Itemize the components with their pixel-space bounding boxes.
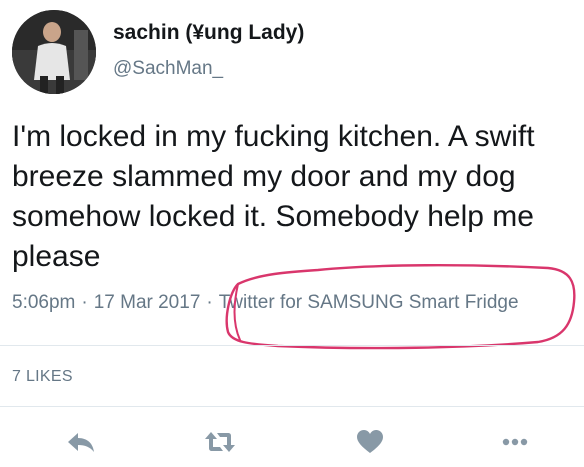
tweet-source[interactable]: Twitter for SAMSUNG Smart Fridge [219, 292, 519, 313]
tweet-text: I'm locked in my fucking kitchen. A swif… [12, 120, 535, 273]
user-handle[interactable]: @SachMan_ [113, 58, 223, 80]
avatar-photo-icon [12, 10, 96, 94]
tweet-actions [0, 425, 584, 459]
retweet-icon [205, 432, 235, 452]
likes-count[interactable]: 7 LIKES [12, 368, 73, 386]
tweet-time[interactable]: 5:06pm [12, 292, 75, 313]
more-dots-icon [502, 438, 528, 446]
like-button[interactable] [350, 425, 390, 459]
more-options-button[interactable] [495, 425, 535, 459]
display-name[interactable]: sachin (¥ung Lady) [113, 21, 304, 45]
reply-button[interactable] [61, 425, 101, 459]
tweet-meta: 5:06pm · 17 Mar 2017 · Twitter for SAMSUNG S… [12, 292, 519, 314]
retweet-button[interactable] [200, 425, 240, 459]
divider [0, 345, 584, 346]
tweet-date[interactable]: 17 Mar 2017 [94, 292, 201, 313]
divider [0, 406, 584, 407]
meta-separator: · [81, 292, 88, 313]
meta-separator: · [206, 292, 213, 313]
reply-icon [68, 433, 94, 452]
avatar[interactable] [12, 10, 96, 94]
heart-icon [357, 430, 383, 453]
tweet-card: sachin (¥ung Lady) @SachMan_ I'm locked … [0, 0, 584, 467]
